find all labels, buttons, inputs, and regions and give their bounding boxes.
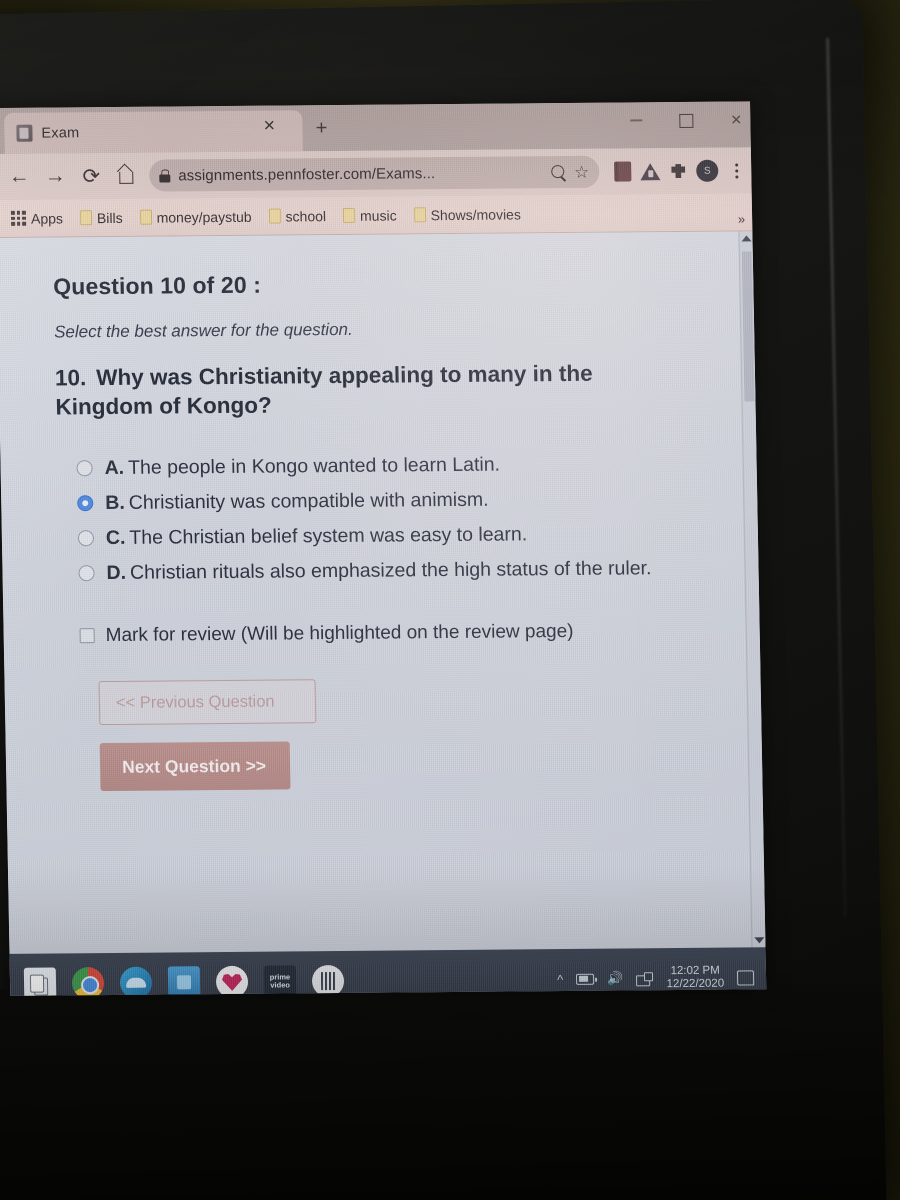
bookmark-bills[interactable]: Bills xyxy=(73,209,130,226)
browser-tab-strip: Exam ✕ + ✕ xyxy=(0,101,751,154)
answer-option-b[interactable]: B. Christianity was compatible with animi… xyxy=(77,486,687,515)
minimize-icon[interactable] xyxy=(626,110,646,130)
zoom-magnifier-icon[interactable] xyxy=(551,165,566,180)
back-arrow-icon[interactable]: ← xyxy=(1,159,38,195)
exam-page: Question 10 of 20 : Select the best answ… xyxy=(0,231,766,954)
mark-for-review-row[interactable]: Mark for review (Will be highlighted on … xyxy=(79,620,707,647)
radio-button-selected[interactable] xyxy=(77,494,94,512)
clock-time: 12:02 PM xyxy=(670,964,720,978)
volume-icon[interactable]: 🔊 xyxy=(607,971,623,987)
puzzle-extensions-icon[interactable] xyxy=(669,162,687,180)
answer-option-d[interactable]: D. Christian rituals also emphasized the … xyxy=(78,556,688,585)
bookmark-music[interactable]: music xyxy=(336,207,404,224)
option-letter: D. xyxy=(106,561,127,585)
profile-avatar-icon[interactable]: S xyxy=(696,159,719,182)
apps-grid-icon xyxy=(10,210,27,226)
scrollbar-thumb[interactable] xyxy=(741,251,755,402)
circle-app-taskbar-icon[interactable] xyxy=(311,964,345,996)
action-center-icon[interactable] xyxy=(736,969,755,986)
window-controls: ✕ xyxy=(626,109,746,130)
lock-icon xyxy=(159,169,170,182)
radio-button[interactable] xyxy=(77,530,95,547)
previous-question-button[interactable]: << Previous Question xyxy=(98,679,317,726)
folder-icon xyxy=(413,207,426,223)
laptop-photo: Exam ✕ + ✕ ← → ⟳ assignments.pennfoster.… xyxy=(0,0,900,1200)
prime-video-taskbar-icon[interactable]: prime video xyxy=(263,965,297,996)
question-number: 10. xyxy=(54,365,87,391)
radio-button[interactable] xyxy=(78,565,95,582)
option-text: Christian rituals also emphasized the hi… xyxy=(129,557,652,584)
option-letter: C. xyxy=(105,526,126,549)
option-text: The Christian belief system was easy to … xyxy=(129,523,528,549)
taskbar-clock[interactable]: 12:02 PM 12/22/2020 xyxy=(666,965,724,991)
bookmark-label: music xyxy=(359,206,397,224)
option-text: Christianity was compatible with animism… xyxy=(128,488,489,514)
star-icon[interactable]: ☆ xyxy=(574,162,590,181)
battery-icon[interactable] xyxy=(576,973,595,985)
bookmark-school[interactable]: school xyxy=(261,208,333,225)
laptop-screen: Exam ✕ + ✕ ← → ⟳ assignments.pennfoster.… xyxy=(0,101,767,996)
option-letter: B. xyxy=(105,491,125,514)
document-favicon xyxy=(16,124,33,142)
browser-tab-exam[interactable]: Exam xyxy=(4,110,303,154)
question-body: Why was Christianity appealing to many i… xyxy=(55,360,593,420)
option-text: The people in Kongo wanted to learn Lati… xyxy=(127,453,501,479)
instruction-text: Select the best answer for the question. xyxy=(53,319,353,342)
book-extension-icon[interactable] xyxy=(614,161,632,182)
bezel-highlight xyxy=(826,37,847,918)
folder-icon xyxy=(139,209,152,225)
plus-icon[interactable]: + xyxy=(310,117,332,140)
bookmark-label: money/paystub xyxy=(156,208,252,226)
kebab-menu-icon[interactable] xyxy=(727,163,745,179)
maximize-icon[interactable] xyxy=(676,110,696,130)
next-question-button[interactable]: Next Question >> xyxy=(99,741,291,792)
page-title: Question 10 of 20 : xyxy=(53,271,262,300)
laptop-base xyxy=(0,971,887,1200)
clock-date: 12/22/2020 xyxy=(666,977,725,991)
bookmark-apps[interactable]: Apps xyxy=(4,210,70,227)
chrome-taskbar-icon[interactable] xyxy=(71,967,105,996)
radio-button[interactable] xyxy=(76,459,93,476)
answer-option-c[interactable]: C. The Christian belief system was easy t… xyxy=(77,521,688,550)
folder-icon xyxy=(268,208,281,224)
folder-icon xyxy=(342,207,356,223)
network-icon[interactable] xyxy=(636,972,653,985)
bookmark-shows-movies[interactable]: Shows/movies xyxy=(406,206,528,223)
address-bar[interactable]: assignments.pennfoster.com/Exams... ☆ xyxy=(148,155,600,192)
bookmark-label: school xyxy=(285,207,327,224)
question-text: 10. Why was Christianity appealing to man… xyxy=(55,359,656,422)
bookmark-money-paystub[interactable]: money/paystub xyxy=(132,208,258,225)
bookmarks-overflow-icon[interactable]: » xyxy=(738,211,745,226)
windows-taskbar: prime video ^ 🔊 12:02 PM 12/22/2020 xyxy=(9,947,767,996)
scroll-up-arrow-icon[interactable] xyxy=(741,235,752,242)
answer-option-a[interactable]: A. The people in Kongo wanted to learn La… xyxy=(76,451,686,480)
navigation-buttons: << Previous Question Next Question >> xyxy=(98,676,711,792)
bookmark-label: Bills xyxy=(96,209,123,226)
bookmark-label: Shows/movies xyxy=(430,205,522,223)
url-text: assignments.pennfoster.com/Exams... xyxy=(178,164,436,184)
reload-icon[interactable]: ⟳ xyxy=(73,158,110,194)
close-icon[interactable]: ✕ xyxy=(726,109,746,129)
tab-title: Exam xyxy=(41,124,80,142)
adblock-triangle-icon[interactable] xyxy=(640,162,661,180)
close-icon[interactable]: ✕ xyxy=(260,118,278,136)
folder-icon xyxy=(79,210,93,226)
iheartradio-taskbar-icon[interactable] xyxy=(215,965,249,996)
scroll-down-arrow-icon[interactable] xyxy=(754,937,765,944)
system-tray: ^ 🔊 12:02 PM 12/22/2020 xyxy=(557,964,766,992)
browser-toolbar: ← → ⟳ assignments.pennfoster.com/Exams..… xyxy=(0,147,752,200)
edge-taskbar-icon[interactable] xyxy=(119,966,153,996)
blue-app-taskbar-icon[interactable] xyxy=(167,966,201,996)
answer-options: A. The people in Kongo wanted to learn La… xyxy=(76,450,706,585)
bookmarks-bar: Apps Bills money/paystub school music Sh… xyxy=(0,193,753,238)
forward-arrow-icon[interactable]: → xyxy=(37,158,74,194)
bookmark-label: Apps xyxy=(30,209,64,227)
solitaire-taskbar-icon[interactable] xyxy=(23,967,57,996)
mark-for-review-checkbox[interactable] xyxy=(79,628,95,644)
mark-for-review-label: Mark for review (Will be highlighted on … xyxy=(105,621,574,647)
home-icon[interactable] xyxy=(109,158,146,194)
option-letter: A. xyxy=(104,456,125,479)
show-hidden-icons-chevron[interactable]: ^ xyxy=(557,972,563,987)
prime-video-label: prime video xyxy=(269,972,291,990)
